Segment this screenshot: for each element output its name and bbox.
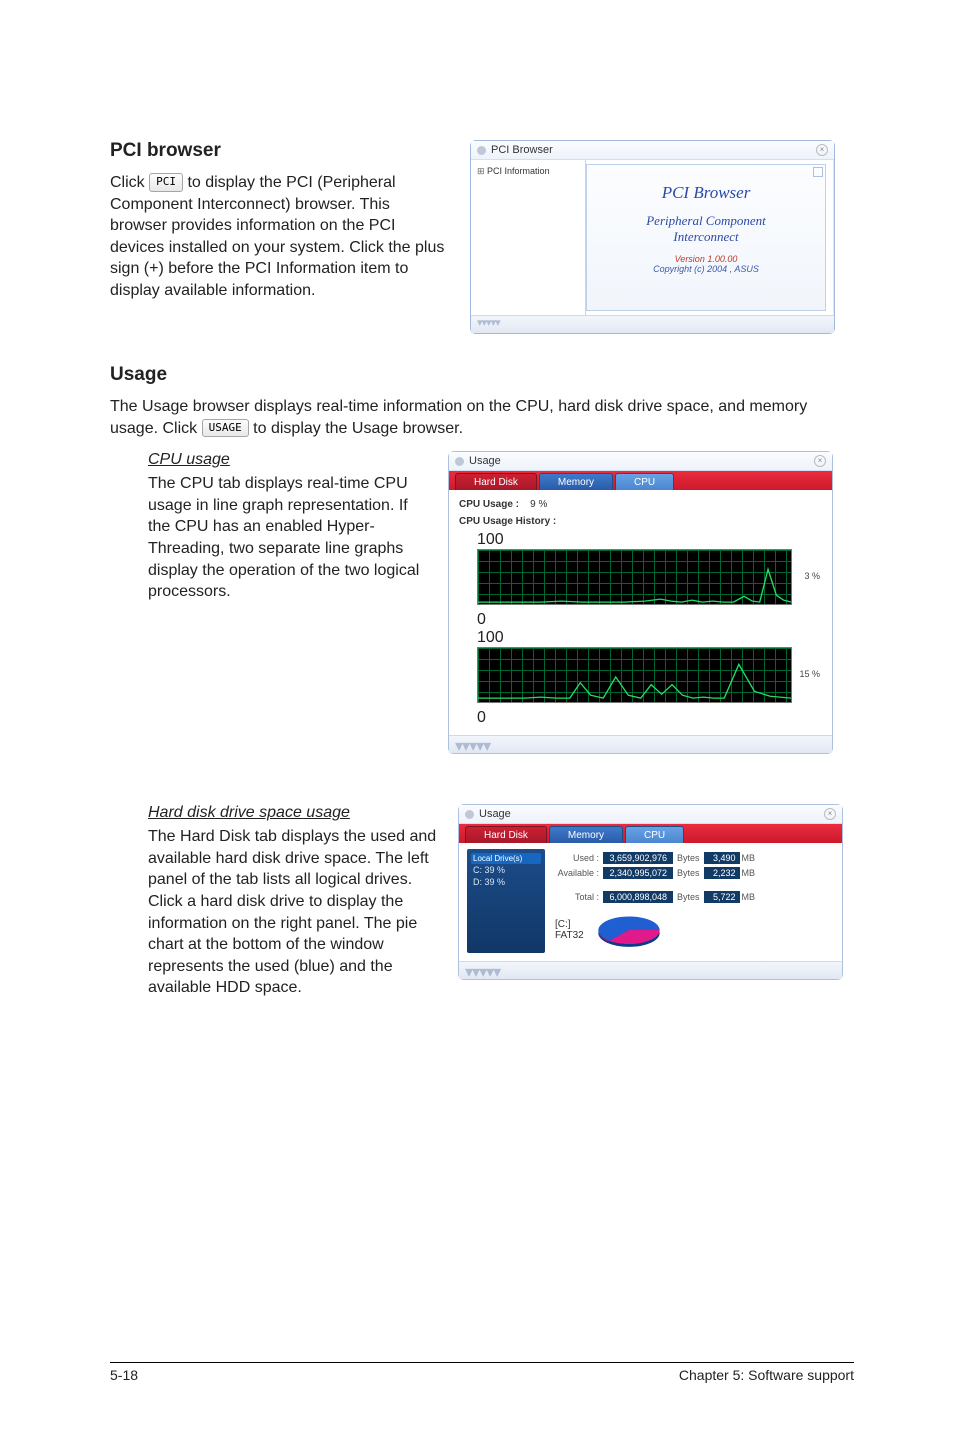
bytes-unit: Bytes — [677, 868, 700, 878]
usage-icon[interactable]: USAGE — [202, 419, 249, 438]
pci-window-title: PCI Browser — [491, 144, 553, 156]
cpu-pct-1: 3 % — [804, 571, 820, 581]
fs-label: FAT32 — [555, 930, 584, 941]
hd-usage-para: The Hard Disk tab displays the used and … — [148, 826, 438, 999]
cpu-line-2 — [478, 648, 791, 702]
pci-para-a: Click — [110, 174, 149, 191]
total-label: Total : — [555, 892, 603, 902]
pci-para-b: to display the PCI (Peripheral Component… — [110, 174, 444, 299]
pci-version: Version 1.00.00 — [595, 254, 817, 264]
pci-copyright: Copyright (c) 2004 , ASUS — [595, 264, 817, 274]
hd-usage-window: Usage × Hard Disk Memory CPU Local Drive… — [458, 804, 843, 980]
app-dot-icon — [455, 457, 464, 466]
drive-details: Used : 3,659,902,976 Bytes 3,490 MB Avai… — [545, 849, 834, 953]
cpu-usage-value: 9 % — [530, 499, 547, 510]
usage-intro: The Usage browser displays real-time inf… — [110, 396, 854, 439]
tab-memory[interactable]: Memory — [549, 826, 623, 843]
pci-paragraph: Click PCI to display the PCI (Peripheral… — [110, 172, 450, 302]
mb-unit: MB — [742, 892, 756, 902]
total-bytes: 6,000,898,048 — [603, 891, 673, 903]
pci-main-panel: PCI Browser Peripheral Component Interco… — [586, 164, 826, 311]
close-icon[interactable]: × — [816, 144, 828, 156]
pci-sub1: Peripheral Component — [595, 213, 817, 229]
hd-pie-chart — [590, 907, 668, 953]
tab-harddisk[interactable]: Hard Disk — [455, 473, 537, 490]
pci-tree-panel: PCI Information — [471, 160, 586, 315]
pci-tree-item[interactable]: PCI Information — [477, 166, 550, 176]
y100-2: 100 — [477, 629, 504, 646]
cpu-pct-2: 15 % — [799, 669, 820, 679]
used-bytes: 3,659,902,976 — [603, 852, 673, 864]
close-icon[interactable]: × — [824, 808, 836, 820]
pci-main-title: PCI Browser — [595, 183, 817, 203]
total-mb: 5,722 — [704, 891, 740, 903]
grip-icon: ▾▾▾▾▾ — [465, 964, 500, 981]
page-number: 5-18 — [110, 1367, 138, 1383]
app-dot-icon — [465, 810, 474, 819]
pci-window-titlebar: PCI Browser × — [471, 141, 834, 160]
bytes-unit: Bytes — [677, 892, 700, 902]
page-footer: 5-18 Chapter 5: Software support — [110, 1362, 854, 1383]
avail-bytes: 2,340,995,072 — [603, 867, 673, 879]
chapter-label: Chapter 5: Software support — [679, 1367, 854, 1383]
cpu-graph-1 — [477, 549, 792, 605]
cpu-tabs: Hard Disk Memory CPU — [449, 471, 832, 490]
y0-1: 0 — [477, 611, 486, 628]
bytes-unit: Bytes — [677, 853, 700, 863]
drive-d[interactable]: D: 39 % — [471, 876, 541, 888]
used-label: Used : — [555, 853, 603, 863]
hd-window-titlebar: Usage × — [459, 805, 842, 824]
mb-unit: MB — [742, 868, 756, 878]
cpu-graph-2 — [477, 647, 792, 703]
usage-heading: Usage — [110, 364, 854, 386]
y100-1: 100 — [477, 531, 504, 548]
hd-usage-heading: Hard disk drive space usage — [148, 804, 438, 822]
app-dot-icon — [477, 146, 486, 155]
drive-list-header: Local Drive(s) — [471, 853, 541, 864]
drive-label: [C:] — [555, 919, 584, 930]
close-icon[interactable]: × — [814, 455, 826, 467]
cpu-usage-label: CPU Usage : — [459, 499, 519, 510]
drive-list: Local Drive(s) C: 39 % D: 39 % — [467, 849, 545, 953]
pci-window: PCI Browser × PCI Information PCI Browse… — [470, 140, 835, 334]
cpu-history-label: CPU Usage History : — [459, 516, 822, 527]
pci-icon[interactable]: PCI — [149, 173, 183, 192]
cpu-window-titlebar: Usage × — [449, 452, 832, 471]
cpu-usage-window: Usage × Hard Disk Memory CPU CPU Usage :… — [448, 451, 833, 754]
avail-label: Available : — [555, 868, 603, 878]
hd-tabs: Hard Disk Memory CPU — [459, 824, 842, 843]
avail-mb: 2,232 — [704, 867, 740, 879]
pci-sub2: Interconnect — [595, 229, 817, 245]
tab-harddisk[interactable]: Hard Disk — [465, 826, 547, 843]
pci-heading: PCI browser — [110, 140, 450, 162]
tab-cpu[interactable]: CPU — [625, 826, 684, 843]
used-mb: 3,490 — [704, 852, 740, 864]
grip-icon: ▾▾▾▾▾ — [477, 317, 500, 329]
cpu-usage-heading: CPU usage — [148, 451, 428, 469]
grip-icon: ▾▾▾▾▾ — [455, 738, 490, 755]
hd-window-title: Usage — [479, 808, 511, 820]
mb-unit: MB — [742, 853, 756, 863]
y0-2: 0 — [477, 709, 486, 726]
tab-memory[interactable]: Memory — [539, 473, 613, 490]
drive-c[interactable]: C: 39 % — [471, 864, 541, 876]
cpu-line-1 — [478, 550, 791, 604]
usage-intro-b: to display the Usage browser. — [253, 420, 463, 437]
tab-cpu[interactable]: CPU — [615, 473, 674, 490]
cpu-usage-para: The CPU tab displays real-time CPU usage… — [148, 473, 428, 603]
cpu-window-title: Usage — [469, 455, 501, 467]
